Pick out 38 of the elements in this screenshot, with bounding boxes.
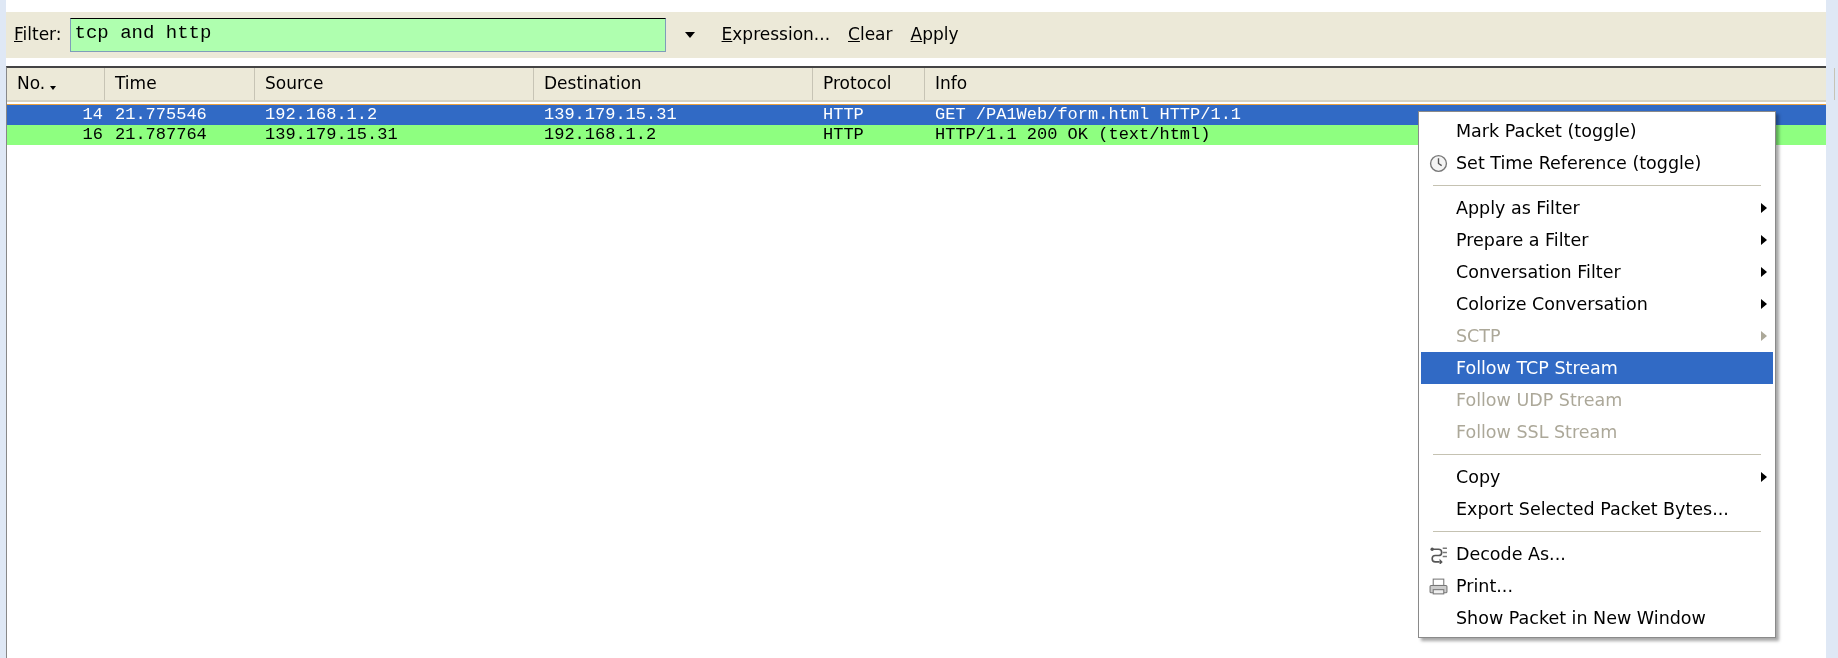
column-header[interactable]: No.	[7, 68, 105, 100]
table-cell-text: 14	[81, 105, 104, 125]
dropdown-arrow-icon[interactable]	[683, 31, 696, 39]
table-cell-text: 139.179.15.31	[543, 105, 678, 125]
column-header[interactable]: Time	[105, 68, 255, 100]
printer-icon	[1429, 577, 1448, 596]
table-cell-text: 192.168.1.2	[543, 125, 658, 145]
column-header[interactable]: Protocol	[813, 68, 925, 100]
filter-action-button[interactable]: Clear	[842, 22, 899, 48]
menu-item[interactable]: Apply as Filter	[1421, 192, 1773, 224]
table-cell-text: 192.168.1.2	[264, 105, 379, 125]
table-cell-text: 21.775546	[114, 105, 208, 125]
menu-item[interactable]: Show Packet in New Window	[1421, 602, 1773, 634]
menu-item[interactable]: Set Time Reference (toggle)	[1421, 147, 1773, 179]
menu-item[interactable]: Prepare a Filter	[1421, 224, 1773, 256]
menu-item[interactable]: Print...	[1421, 570, 1773, 602]
filter-action-button[interactable]: Expression...	[715, 22, 837, 48]
table-cell-text: HTTP	[822, 125, 865, 145]
table-cell-text: 139.179.15.31	[264, 125, 399, 145]
column-header[interactable]: Info	[925, 68, 1835, 100]
table-cell-text: 16	[81, 125, 104, 145]
menu-item[interactable]: Export Selected Packet Bytes...	[1421, 493, 1773, 525]
table-cell-text: HTTP	[822, 105, 865, 125]
menu-item[interactable]: Colorize Conversation	[1421, 288, 1773, 320]
menu-item[interactable]: Decode As...	[1421, 538, 1773, 570]
decode-icon	[1429, 545, 1448, 564]
column-header[interactable]: Destination	[534, 68, 813, 100]
menu-item[interactable]: Copy	[1421, 461, 1773, 493]
filter-label: Filter:	[13, 23, 63, 47]
table-cell-text: HTTP/1.1 200 OK (text/html)	[934, 125, 1212, 145]
filter-field[interactable]: tcp and http	[69, 18, 666, 52]
menu-item[interactable]: Follow TCP Stream	[1421, 352, 1773, 384]
menu-item[interactable]: Conversation Filter	[1421, 256, 1773, 288]
column-header[interactable]: Source	[255, 68, 534, 100]
table-cell-text: GET /PA1Web/form.html HTTP/1.1	[934, 105, 1243, 125]
filter-action-button[interactable]: Apply	[904, 22, 965, 48]
clock-icon	[1429, 154, 1448, 173]
table-cell-text: 21.787764	[114, 125, 208, 145]
